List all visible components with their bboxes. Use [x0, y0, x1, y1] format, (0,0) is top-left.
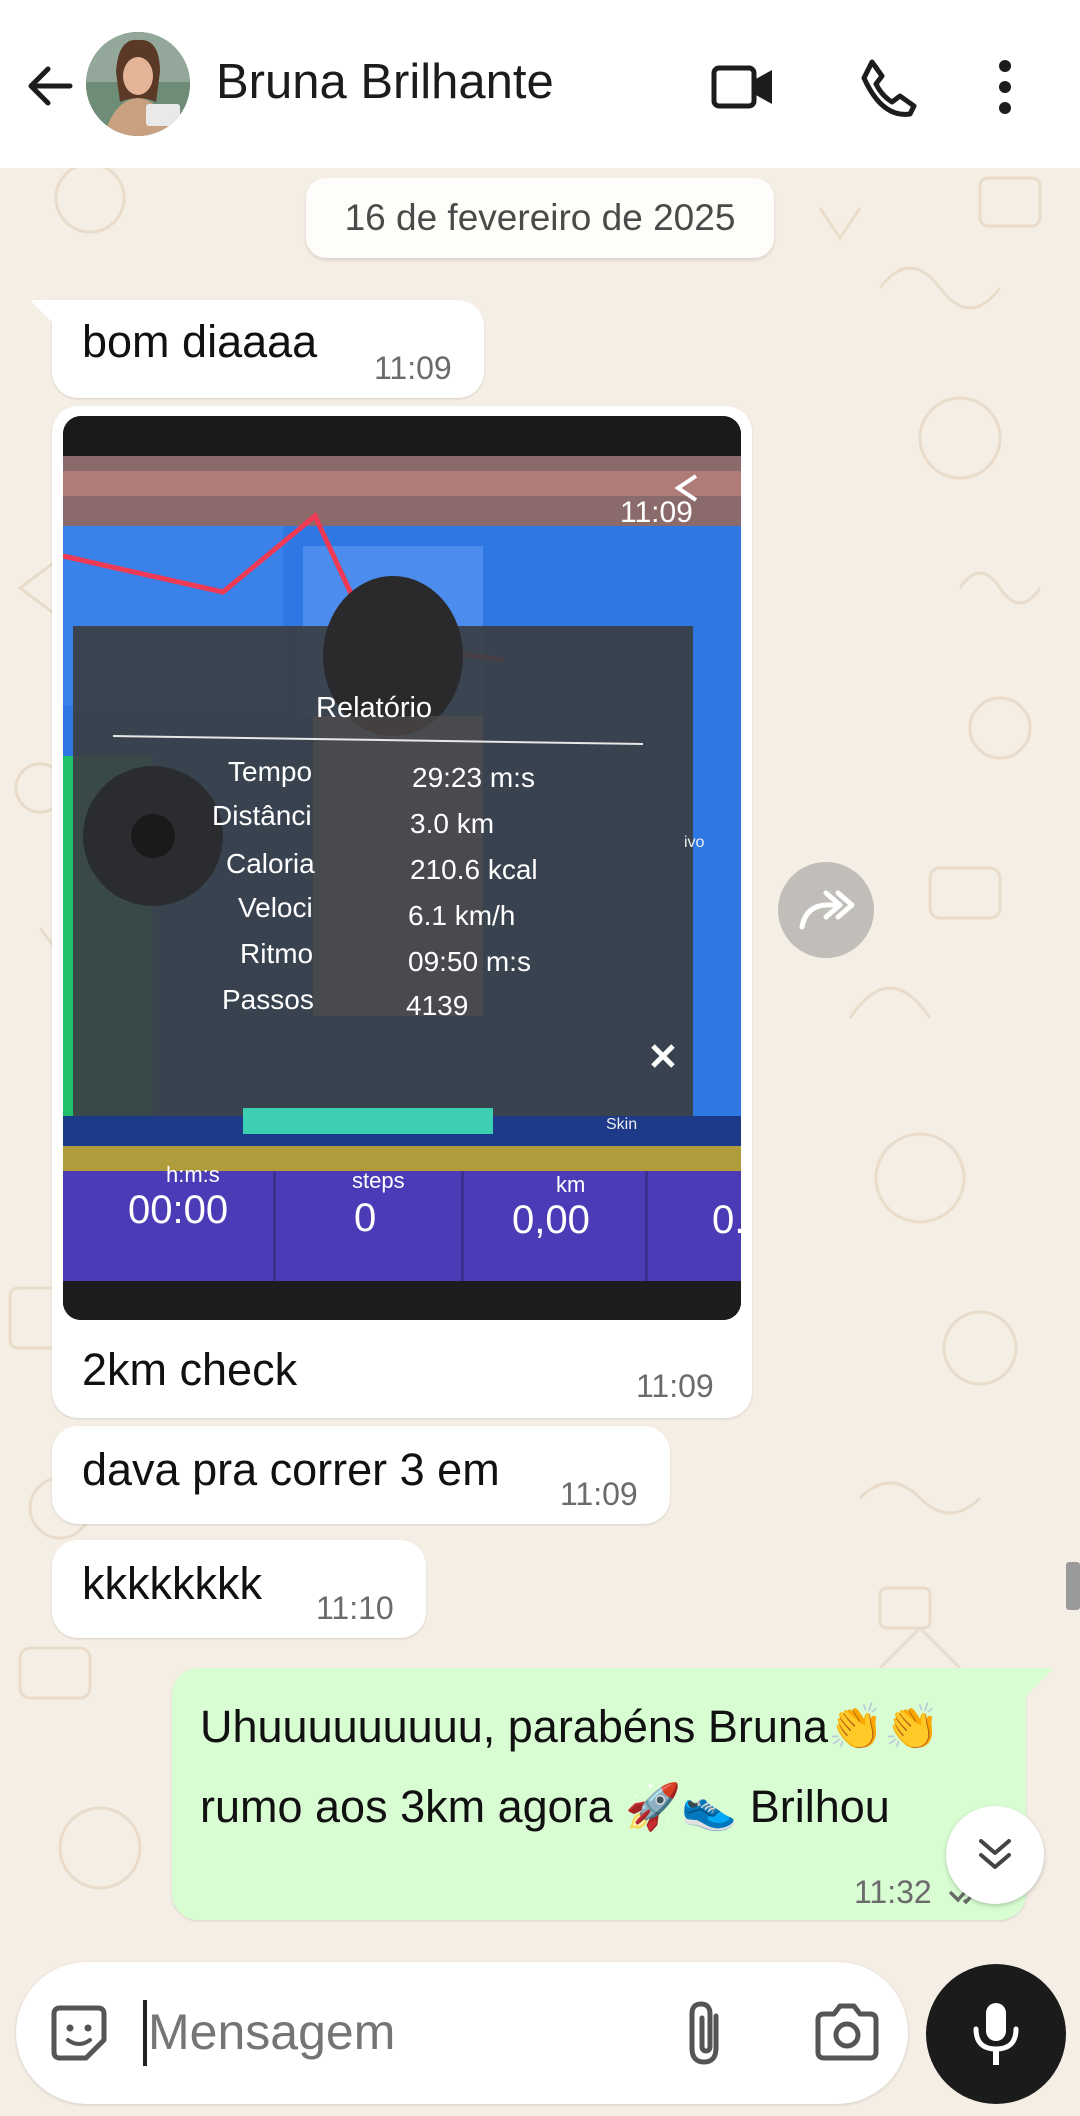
- bubble-tail: [1026, 1668, 1054, 1696]
- stat-unit: steps: [352, 1168, 405, 1193]
- mic-icon: [973, 2003, 1019, 2065]
- double-chevron-down-icon: [979, 1839, 1011, 1869]
- image-caption: 2km check: [82, 1344, 298, 1395]
- report-row-label: Ritmo: [240, 938, 314, 969]
- report-row-label: Tempo: [228, 756, 313, 787]
- stat-value: 0.: [712, 1198, 746, 1242]
- sticker-icon[interactable]: [46, 2000, 112, 2066]
- photo-timestamp: 11:09: [620, 496, 693, 529]
- voice-message-button[interactable]: [926, 1964, 1066, 2104]
- video-call-icon[interactable]: [708, 52, 778, 122]
- message-text: bom diaaaa: [82, 316, 318, 367]
- text-caret: [143, 2000, 147, 2066]
- report-row-value: 210.6 kcal: [410, 854, 538, 885]
- message-input[interactable]: [148, 2002, 628, 2062]
- stat-value: 00:00: [128, 1188, 229, 1232]
- chat-header: Bruna Brilhante: [0, 0, 1080, 168]
- date-chip: 16 de fevereiro de 2025: [306, 178, 774, 258]
- message-text-line: Uhuuuuuuuuu, parabéns Bruna👏👏: [200, 1701, 941, 1752]
- stat-value: 0: [354, 1196, 377, 1240]
- bubble-tail: [30, 300, 60, 330]
- scroll-to-bottom-button[interactable]: [946, 1806, 1044, 1904]
- message-time: 11:09: [636, 1368, 714, 1404]
- forward-button[interactable]: [778, 862, 874, 958]
- report-row-value: 09:50 m:s: [408, 946, 531, 977]
- contact-avatar[interactable]: [86, 32, 190, 136]
- attach-icon[interactable]: [680, 1996, 734, 2068]
- camera-icon[interactable]: [812, 2002, 882, 2064]
- message-time: 11:09: [560, 1476, 638, 1512]
- more-vert-icon[interactable]: [980, 52, 1030, 122]
- report-row-value: 4139: [406, 990, 469, 1021]
- message-text: dava pra correr 3 em: [82, 1444, 500, 1495]
- scrollbar-thumb[interactable]: [1066, 1562, 1080, 1610]
- skin-label: Skin: [606, 1116, 638, 1133]
- report-row-label: Passos: [222, 984, 314, 1015]
- stat-value: 0,00: [512, 1198, 590, 1242]
- message-time: 11:09: [374, 350, 452, 386]
- report-row-label: Distânci: [212, 800, 312, 831]
- side-label: ivo: [684, 834, 705, 851]
- message-text-line: rumo aos 3km agora 🚀👟 Brilhou: [200, 1781, 890, 1832]
- report-row-label: Veloci: [238, 892, 313, 923]
- report-title: Relatório: [316, 692, 433, 724]
- report-row-value: 29:23 m:s: [412, 762, 535, 793]
- message-time: 11:32: [854, 1874, 932, 1910]
- contact-name[interactable]: Bruna Brilhante: [216, 54, 554, 110]
- back-arrow-icon[interactable]: [20, 56, 80, 116]
- stat-unit: km: [556, 1172, 586, 1197]
- stat-unit: h:m:s: [166, 1162, 220, 1187]
- report-row-label: Caloria: [226, 848, 315, 879]
- avatar-image: [86, 32, 190, 136]
- report-row-value: 6.1 km/h: [408, 900, 516, 931]
- message-time: 11:10: [316, 1590, 394, 1626]
- report-row-value: 3.0 km: [410, 808, 495, 839]
- phone-icon[interactable]: [852, 52, 922, 122]
- message-text: kkkkkkkk: [82, 1558, 262, 1609]
- forward-icon: [799, 890, 855, 930]
